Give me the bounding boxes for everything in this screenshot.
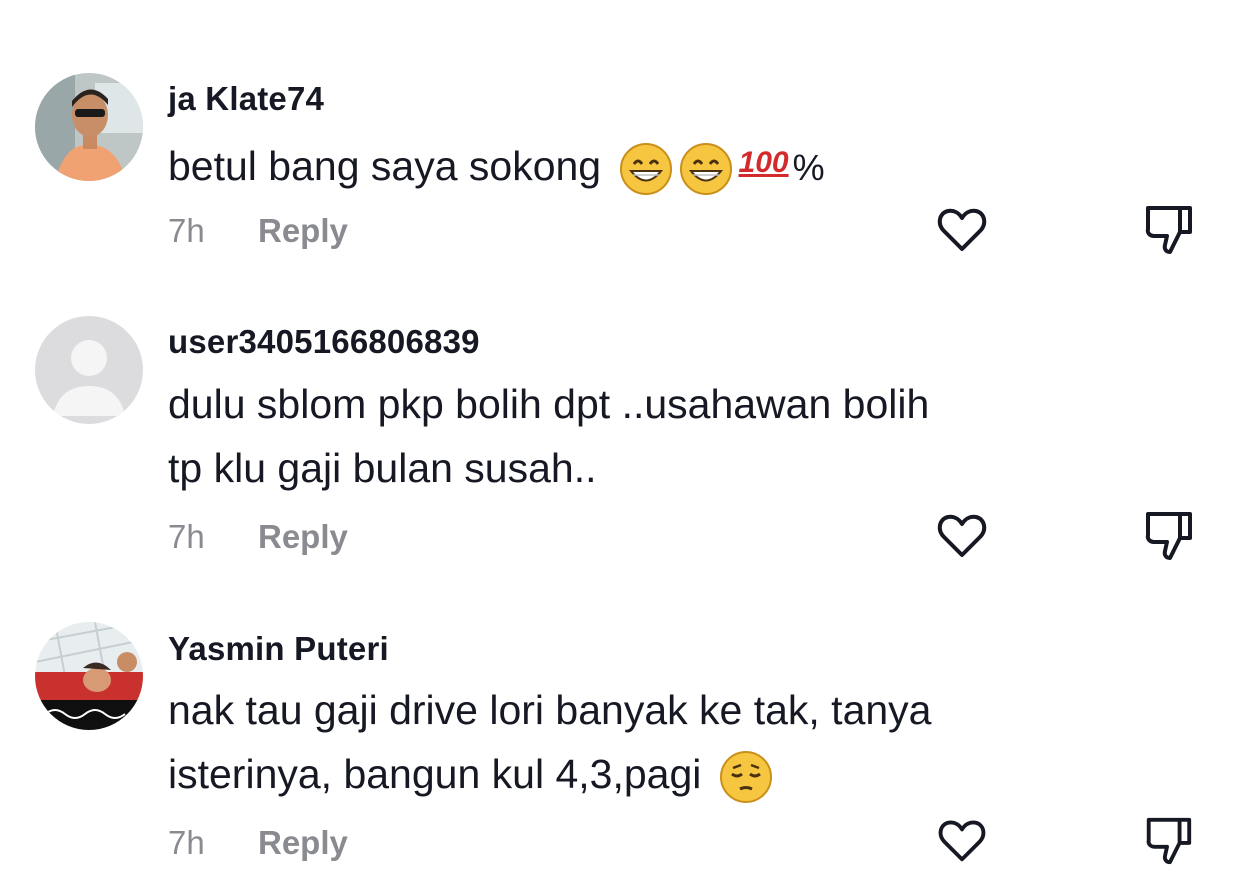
comment-text-suffix: % (792, 147, 825, 188)
dislike-button[interactable] (1140, 202, 1196, 258)
comment-meta: 7h Reply (168, 518, 348, 556)
thumbs-down-outline-icon (1145, 512, 1192, 560)
comment-text-line: nak tau gaji drive lori banyak ke tak, t… (168, 687, 932, 733)
comment-username[interactable]: Yasmin Puteri (168, 630, 389, 668)
like-button[interactable] (934, 202, 990, 258)
comment-username[interactable]: user3405166806839 (168, 323, 480, 361)
comment-timestamp: 7h (168, 212, 205, 249)
comment-text: nak tau gaji drive lori banyak ke tak, t… (168, 678, 932, 806)
dislike-button[interactable] (1140, 814, 1196, 870)
heart-outline-icon (937, 208, 987, 251)
default-avatar-icon (35, 316, 143, 424)
like-button[interactable] (934, 508, 990, 564)
reply-button[interactable]: Reply (258, 824, 348, 861)
comment-text-line: dulu sblom pkp bolih dpt ..usahawan boli… (168, 381, 930, 427)
comment-meta: 7h Reply (168, 824, 348, 862)
comment-text-line: betul bang saya sokong (168, 143, 602, 189)
avatar[interactable] (35, 73, 143, 181)
avatar-photo (35, 622, 143, 730)
avatar[interactable] (35, 316, 143, 424)
avatar-photo (35, 73, 143, 181)
heart-outline-icon (938, 820, 986, 862)
grinning-face-emoji-icon (679, 143, 732, 196)
thumbs-down-outline-icon (1146, 817, 1192, 865)
comment-meta: 7h Reply (168, 212, 348, 250)
comment-text-line: tp klu gaji bulan susah.. (168, 445, 597, 491)
grinning-face-emoji-icon (619, 143, 672, 196)
reply-button[interactable]: Reply (258, 518, 348, 555)
reply-button[interactable]: Reply (258, 212, 348, 249)
comment-text: betul bang saya sokong 100% (168, 134, 825, 201)
comment-text-line: isterinya, bangun kul 4,3,pagi (168, 751, 702, 797)
like-button[interactable] (934, 814, 990, 870)
hundred-points-emoji-icon: 100 (738, 146, 789, 180)
comment-text-row: isterinya, bangun kul 4,3,pagi (168, 742, 932, 806)
comment-timestamp: 7h (168, 518, 205, 555)
comment-username[interactable]: ja Klate74 (168, 80, 324, 118)
comment-timestamp: 7h (168, 824, 205, 861)
thumbs-down-outline-icon (1145, 206, 1192, 254)
dislike-button[interactable] (1140, 508, 1196, 564)
pensive-face-emoji-icon (719, 751, 772, 804)
comment-text: dulu sblom pkp bolih dpt ..usahawan boli… (168, 372, 929, 500)
avatar[interactable] (35, 622, 143, 730)
heart-outline-icon (937, 514, 987, 557)
